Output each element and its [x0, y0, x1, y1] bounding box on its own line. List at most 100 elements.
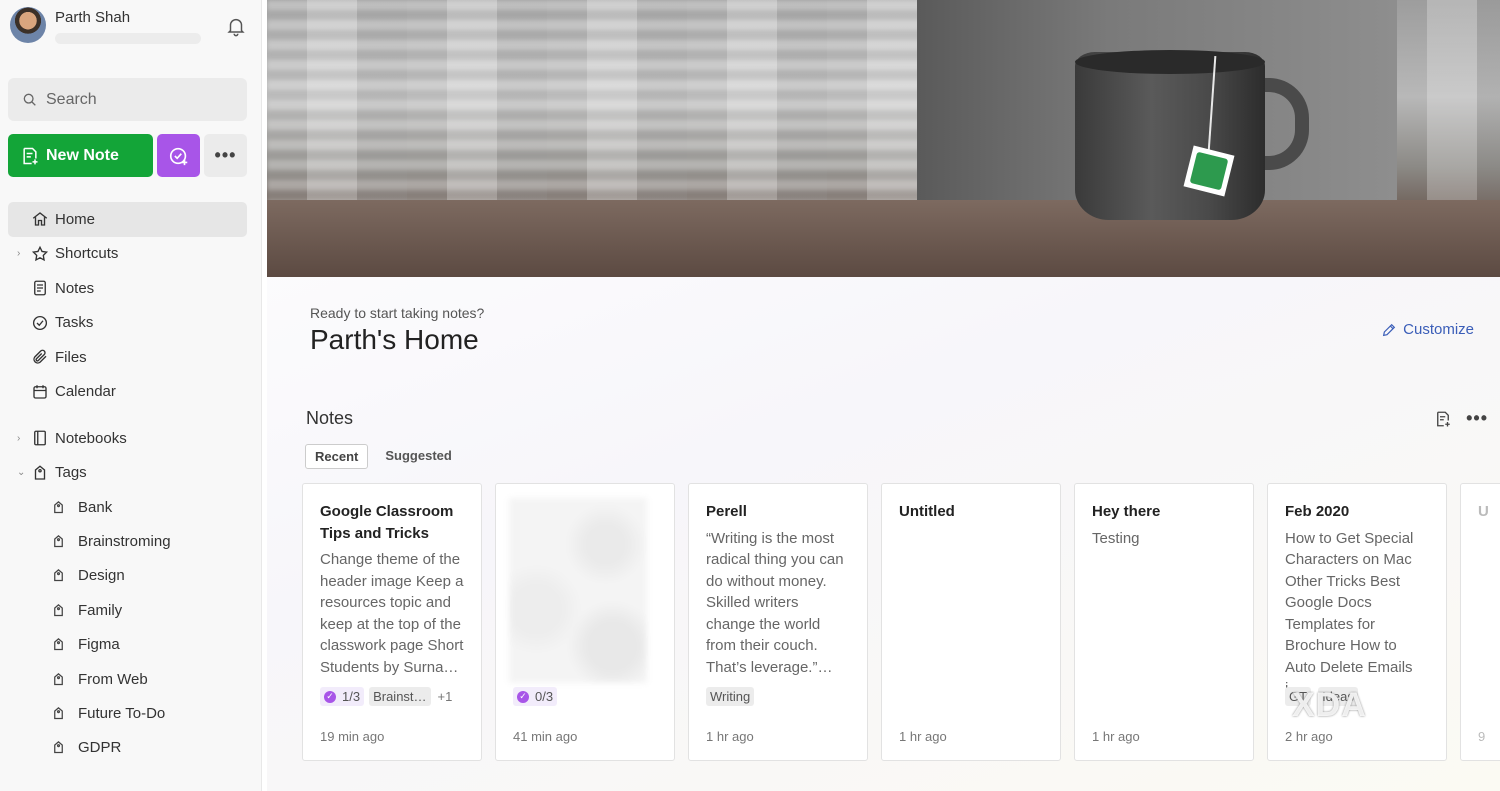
- tag-chip[interactable]: Writing: [706, 687, 755, 706]
- sidebar-item-notebooks[interactable]: › Notebooks: [8, 421, 247, 456]
- header-image: [267, 0, 1500, 277]
- note-title: Google Classroom Tips and Tricks: [320, 503, 454, 542]
- notes-widget-title: Notes: [306, 408, 354, 428]
- sidebar-tag-item[interactable]: From Web: [8, 662, 247, 696]
- star-icon: [31, 245, 49, 261]
- note-snippet: How to Get Special Characters on Mac Oth…: [1285, 529, 1414, 698]
- new-note-label: New Note: [46, 146, 119, 164]
- sidebar-item-notes[interactable]: Notes: [8, 271, 247, 306]
- tag-label: Bank: [78, 498, 113, 516]
- profile-menu[interactable]: Parth Shah: [10, 7, 255, 47]
- more-tags-count: +1: [437, 689, 453, 704]
- profile-name: Parth Shah: [55, 9, 131, 26]
- calendar-icon: [33, 385, 47, 399]
- note-timestamp: 41 min ago: [513, 729, 578, 744]
- tag-label: Family: [78, 601, 123, 619]
- note-card[interactable]: Hey there Testing 1 hr ago: [1074, 483, 1254, 761]
- tag-icon: [50, 533, 66, 551]
- pencil-icon: [1383, 323, 1396, 336]
- more-options-button[interactable]: •••: [204, 134, 247, 177]
- note-timestamp: 9: [1478, 729, 1486, 744]
- sidebar: Parth Shah Search New Note ••• Home › Sh…: [0, 0, 262, 791]
- avatar: [10, 7, 46, 43]
- note-snippet: “Writing is the most radical thing you c…: [706, 529, 844, 676]
- note-timestamp: 2 hr ago: [1285, 729, 1333, 744]
- mug-image: [1075, 52, 1265, 220]
- sidebar-tag-item[interactable]: Design: [8, 559, 247, 593]
- sidebar-tag-item[interactable]: Bank: [8, 490, 247, 524]
- task-progress-badge: ✓ 1/3: [320, 687, 365, 706]
- chevron-right-icon[interactable]: ›: [17, 433, 20, 444]
- tag-label: Design: [78, 567, 125, 585]
- tag-icon: [50, 601, 66, 619]
- main-content: Ready to start taking notes? Parth's Hom…: [267, 0, 1500, 791]
- tag-icon: [34, 465, 46, 480]
- paperclip-icon: [33, 349, 47, 364]
- search-input[interactable]: Search: [8, 78, 247, 121]
- tab-recent[interactable]: Recent: [305, 444, 369, 469]
- sidebar-tag-item[interactable]: Figma: [8, 628, 247, 662]
- tag-label: GDPR: [78, 739, 122, 757]
- sidebar-tag-item[interactable]: GDPR: [8, 731, 247, 765]
- sidebar-item-label: Tasks: [55, 314, 94, 332]
- note-card[interactable]: Google Classroom Tips and Tricks Change …: [302, 483, 482, 761]
- sidebar-item-label: Calendar: [55, 383, 116, 401]
- check-icon: ✓: [517, 690, 529, 703]
- new-task-button[interactable]: [157, 134, 200, 177]
- tag-label: From Web: [78, 670, 148, 688]
- sidebar-item-label: Home: [55, 210, 96, 228]
- search-icon: [23, 93, 36, 106]
- note-card[interactable]: ✓ 0/3 41 min ago: [495, 483, 675, 761]
- tab-suggested[interactable]: Suggested: [376, 444, 460, 469]
- notes-icon: [34, 280, 46, 296]
- tag-icon: [50, 705, 66, 723]
- tag-icon: [50, 739, 66, 757]
- tag-chip[interactable]: Brainst…: [369, 687, 431, 706]
- note-snippet: Change theme of the header image Keep a …: [320, 551, 464, 676]
- new-note-icon[interactable]: [1434, 410, 1452, 428]
- notes-tabs: Recent Suggested: [305, 444, 469, 469]
- chevron-down-icon[interactable]: ⌄: [17, 467, 25, 478]
- chevron-right-icon[interactable]: ›: [17, 248, 20, 259]
- note-timestamp: 1 hr ago: [899, 729, 947, 744]
- tag-label: Brainstroming: [78, 533, 171, 551]
- search-placeholder: Search: [46, 90, 97, 108]
- sidebar-tag-item[interactable]: Family: [8, 593, 247, 627]
- sidebar-item-label: Tags: [55, 464, 87, 482]
- tag-icon: [50, 670, 66, 688]
- tag-icon: [50, 567, 66, 585]
- sidebar-item-label: Notebooks: [55, 429, 127, 447]
- notes-widget-more-button[interactable]: •••: [1466, 408, 1488, 429]
- bell-icon[interactable]: [225, 15, 247, 37]
- sidebar-item-tags[interactable]: ⌄ Tags: [8, 456, 247, 491]
- new-note-button[interactable]: New Note: [8, 134, 153, 177]
- customize-label: Customize: [1403, 321, 1474, 338]
- check-icon: ✓: [324, 690, 336, 703]
- task-check-icon: [169, 147, 187, 165]
- note-title: Perell: [706, 503, 747, 520]
- sidebar-item-label: Shortcuts: [55, 245, 119, 263]
- note-timestamp: 1 hr ago: [1092, 729, 1140, 744]
- tag-label: Figma: [78, 636, 120, 654]
- note-card[interactable]: Perell “Writing is the most radical thin…: [688, 483, 868, 761]
- customize-button[interactable]: Customize: [1381, 321, 1474, 338]
- sidebar-item-calendar[interactable]: Calendar: [8, 375, 247, 410]
- note-snippet: Testing: [1092, 529, 1140, 547]
- sidebar-item-tasks[interactable]: Tasks: [8, 306, 247, 341]
- profile-email-redacted: [55, 33, 201, 44]
- sidebar-tag-item[interactable]: Brainstroming: [8, 524, 247, 558]
- sidebar-item-shortcuts[interactable]: › Shortcuts: [8, 237, 247, 272]
- sidebar-tag-item[interactable]: Future To-Do: [8, 696, 247, 730]
- tag-label: Future To-Do: [78, 705, 166, 723]
- sidebar-item-files[interactable]: Files: [8, 340, 247, 375]
- note-card[interactable]: U 9: [1460, 483, 1500, 761]
- sidebar-item-home[interactable]: Home: [8, 202, 247, 237]
- home-icon: [32, 212, 48, 226]
- task-progress-badge: ✓ 0/3: [513, 687, 558, 706]
- note-thumbnail-blurred: [509, 498, 647, 683]
- note-card[interactable]: Untitled 1 hr ago: [881, 483, 1061, 761]
- note-timestamp: 1 hr ago: [706, 729, 754, 744]
- new-note-icon: [23, 147, 38, 164]
- sidebar-nav: Home › Shortcuts Notes Tasks Files Calen…: [8, 202, 247, 765]
- note-title: Feb 2020: [1285, 503, 1350, 520]
